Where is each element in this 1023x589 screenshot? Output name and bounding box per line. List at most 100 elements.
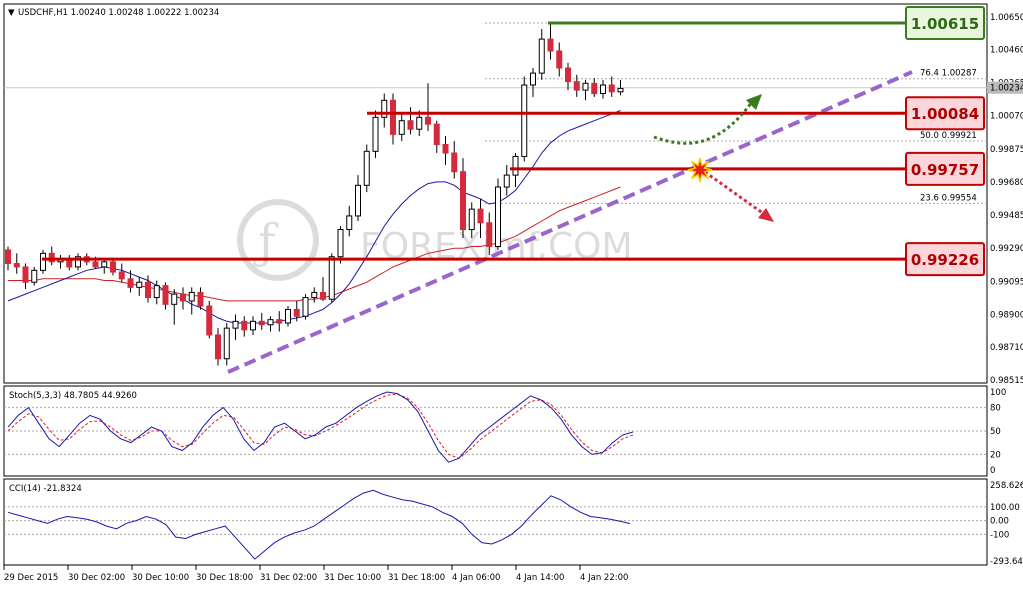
bullish-candle bbox=[285, 308, 291, 324]
bearish-candle bbox=[425, 116, 431, 125]
bullish-candle bbox=[363, 150, 370, 186]
price-axis-tick: 0.99095 bbox=[990, 277, 1023, 287]
bullish-candle bbox=[468, 208, 475, 231]
cci-axis-tick: 0.00 bbox=[990, 517, 1009, 527]
bullish-candle bbox=[153, 285, 160, 299]
bullish-candle bbox=[101, 261, 108, 268]
bullish-candle bbox=[416, 116, 423, 130]
bullish-candle bbox=[171, 293, 178, 305]
bearish-candle bbox=[127, 278, 134, 288]
stoch-indicator-label: Stoch(5,3,3) 48.7805 44.9260 bbox=[9, 391, 137, 401]
bullish-candle bbox=[311, 291, 318, 299]
bearish-candle bbox=[206, 305, 213, 336]
bearish-candle bbox=[442, 144, 449, 154]
price-axis-tick: 0.99680 bbox=[990, 178, 1023, 188]
bearish-candle bbox=[293, 308, 300, 317]
price-axis-tick: 0.98900 bbox=[990, 311, 1023, 321]
bullish-candle bbox=[250, 320, 256, 331]
bearish-candle bbox=[477, 208, 484, 224]
bullish-candle bbox=[503, 174, 510, 188]
chart-canvas[interactable]: ƒ FOREXimf.COM ▼ USDCHF,H1 1.00240 1.002… bbox=[0, 0, 1023, 589]
cci-axis-tick: 258.626 bbox=[990, 481, 1023, 491]
current-price-label: 1.00234 bbox=[990, 84, 1023, 94]
fibonacci-level-label: 76.4 1.00287 bbox=[920, 69, 977, 79]
bullish-candle bbox=[31, 269, 38, 283]
level-price-label: 1.00084 bbox=[911, 105, 979, 123]
price-axis-tick: 0.99875 bbox=[990, 145, 1023, 155]
bearish-candle bbox=[608, 84, 615, 93]
time-axis-tick: 29 Dec 2015 bbox=[4, 573, 58, 583]
bullish-candle bbox=[617, 87, 624, 93]
bullish-candle bbox=[530, 72, 536, 86]
stoch-axis-tick: 0 bbox=[990, 466, 995, 476]
bullish-candle bbox=[538, 38, 545, 74]
bearish-candle bbox=[390, 99, 396, 135]
bearish-candle bbox=[110, 261, 116, 273]
level-price-label: 0.99226 bbox=[911, 251, 979, 269]
bearish-candle bbox=[145, 281, 151, 299]
cci-axis-tick: -100 bbox=[990, 530, 1009, 540]
stoch-axis-tick: 100 bbox=[990, 388, 1006, 398]
cci-panel bbox=[3, 478, 988, 566]
stoch-axis-tick: 20 bbox=[990, 450, 1001, 460]
price-axis-tick: 0.99290 bbox=[990, 244, 1023, 254]
bullish-candle bbox=[521, 84, 528, 157]
time-axis-tick: 4 Jan 06:00 bbox=[452, 573, 500, 583]
chevron-down-icon[interactable]: ▼ bbox=[8, 8, 15, 18]
time-axis-tick: 30 Dec 02:00 bbox=[68, 573, 125, 583]
price-axis-tick: 1.00460 bbox=[990, 45, 1023, 55]
bearish-candle bbox=[591, 82, 598, 95]
breakout-burst-icon bbox=[687, 157, 713, 183]
cci-indicator-label: CCI(14) -21.8324 bbox=[9, 484, 82, 494]
time-axis-tick: 31 Dec 18:00 bbox=[388, 573, 445, 583]
bullish-candle bbox=[40, 252, 46, 271]
price-axis-tick: 1.00650 bbox=[990, 13, 1023, 23]
bullish-candle bbox=[512, 155, 519, 176]
stoch-axis-tick: 80 bbox=[990, 404, 1001, 414]
bearish-candle bbox=[5, 249, 11, 265]
bearish-candle bbox=[565, 67, 571, 83]
bullish-candle bbox=[232, 320, 239, 329]
bearish-candle bbox=[197, 291, 204, 307]
time-axis-tick: 30 Dec 18:00 bbox=[196, 573, 253, 583]
level-price-label: 1.00615 bbox=[911, 15, 979, 33]
bearish-candle bbox=[460, 171, 466, 231]
bullish-candle bbox=[302, 297, 309, 317]
bearish-candle bbox=[276, 319, 283, 324]
time-axis-tick: 31 Dec 10:00 bbox=[324, 573, 381, 583]
bearish-candle bbox=[573, 81, 580, 91]
bullish-candle bbox=[346, 215, 353, 231]
bearish-candle bbox=[486, 222, 493, 248]
bearish-candle bbox=[92, 261, 99, 268]
bearish-candle bbox=[22, 266, 29, 283]
bearish-candle bbox=[407, 120, 414, 130]
bullish-candle bbox=[223, 327, 230, 360]
bullish-candle bbox=[495, 186, 501, 248]
bullish-candle bbox=[136, 281, 143, 288]
bearish-candle bbox=[258, 320, 265, 326]
price-axis-tick: 1.00070 bbox=[990, 112, 1023, 122]
bearish-candle bbox=[13, 263, 20, 268]
bearish-candle bbox=[180, 293, 186, 302]
level-price-label: 0.99757 bbox=[911, 161, 979, 179]
bearish-candle bbox=[215, 334, 221, 360]
bearish-candle bbox=[162, 285, 169, 305]
time-axis-tick: 4 Jan 22:00 bbox=[580, 573, 628, 583]
bearish-candle bbox=[451, 152, 458, 173]
price-axis-tick: 0.98515 bbox=[990, 376, 1023, 386]
bullish-candle bbox=[328, 256, 335, 300]
bullish-candle bbox=[381, 99, 388, 118]
fibonacci-level-label: 50.0 0.99921 bbox=[920, 131, 977, 141]
price-axis-tick: 0.99485 bbox=[990, 211, 1023, 221]
chart-window[interactable]: { "header": { "symbol_line": "USDCHF,H1 … bbox=[0, 0, 1023, 589]
time-axis-tick: 4 Jan 14:00 bbox=[516, 573, 564, 583]
bullish-candle bbox=[600, 84, 606, 95]
bullish-candle bbox=[398, 120, 405, 135]
time-axis-tick: 31 Dec 02:00 bbox=[260, 573, 317, 583]
bearish-candle bbox=[118, 271, 125, 280]
bullish-candle bbox=[355, 184, 361, 217]
bullish-candle bbox=[267, 319, 274, 326]
bullish-candle bbox=[188, 291, 195, 302]
bearish-candle bbox=[433, 123, 440, 146]
price-axis-tick: 0.98710 bbox=[990, 343, 1023, 353]
